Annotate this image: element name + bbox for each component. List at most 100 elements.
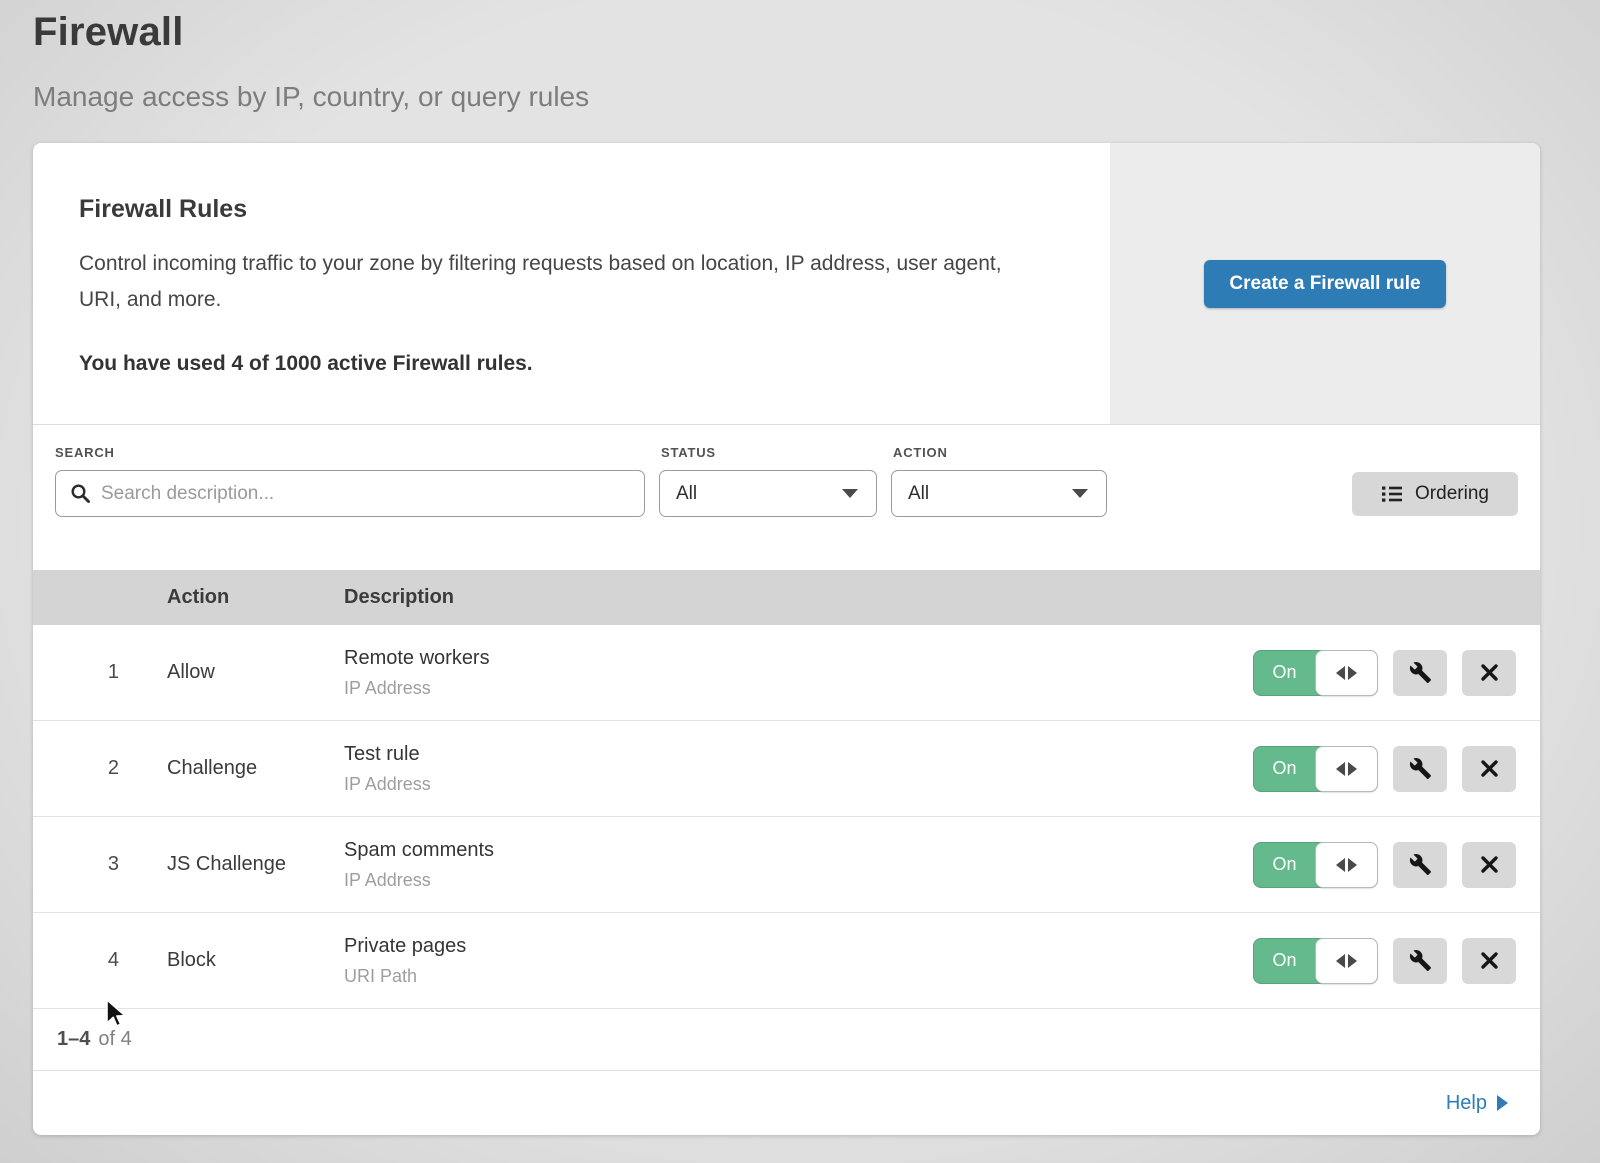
arrow-right-icon xyxy=(1348,858,1357,872)
card-top-section: Firewall Rules Control incoming traffic … xyxy=(33,143,1540,425)
rule-action: JS Challenge xyxy=(167,853,344,876)
rule-description: Private pages xyxy=(344,935,1250,958)
chevron-down-icon xyxy=(842,489,858,498)
toggle-on-label: On xyxy=(1253,746,1316,792)
ordering-button[interactable]: Ordering xyxy=(1352,472,1518,516)
edit-rule-button[interactable] xyxy=(1393,746,1447,792)
close-icon xyxy=(1479,854,1500,875)
rule-controls: On xyxy=(1250,650,1540,696)
rule-priority: 4 xyxy=(33,949,167,972)
rule-priority: 2 xyxy=(33,757,167,780)
table-row: 1 Allow Remote workers IP Address On xyxy=(33,625,1540,721)
delete-rule-button[interactable] xyxy=(1462,650,1516,696)
rule-priority: 3 xyxy=(33,853,167,876)
table-row: 4 Block Private pages URI Path On xyxy=(33,913,1540,1009)
rule-enabled-toggle[interactable]: On xyxy=(1253,746,1378,792)
edit-rule-button[interactable] xyxy=(1393,650,1447,696)
rule-match-type: IP Address xyxy=(344,678,1250,699)
delete-rule-button[interactable] xyxy=(1462,746,1516,792)
wrench-icon xyxy=(1409,661,1432,684)
create-rule-panel: Create a Firewall rule xyxy=(1110,143,1540,424)
rule-description: Remote workers xyxy=(344,647,1250,670)
status-label: STATUS xyxy=(661,445,877,460)
arrow-left-icon xyxy=(1336,858,1345,872)
rule-match-type: IP Address xyxy=(344,870,1250,891)
rule-description-cell: Test rule IP Address xyxy=(344,743,1250,795)
delete-rule-button[interactable] xyxy=(1462,842,1516,888)
toggle-on-label: On xyxy=(1253,842,1316,888)
pagination-total: of 4 xyxy=(98,1028,131,1051)
toggle-knob[interactable] xyxy=(1315,746,1378,792)
rule-description-cell: Remote workers IP Address xyxy=(344,647,1250,699)
toggle-on-label: On xyxy=(1253,650,1316,696)
help-link-label: Help xyxy=(1446,1092,1487,1115)
rule-enabled-toggle[interactable]: On xyxy=(1253,650,1378,696)
rule-controls: On xyxy=(1250,938,1540,984)
status-select[interactable]: All xyxy=(659,470,877,517)
close-icon xyxy=(1479,662,1500,683)
help-link[interactable]: Help xyxy=(1446,1092,1508,1115)
column-header-description: Description xyxy=(344,586,1250,609)
rule-description-cell: Private pages URI Path xyxy=(344,935,1250,987)
ordering-button-label: Ordering xyxy=(1415,483,1489,505)
rule-description-cell: Spam comments IP Address xyxy=(344,839,1250,891)
card-footer: Help xyxy=(33,1071,1540,1135)
arrow-right-icon xyxy=(1497,1095,1508,1111)
toggle-knob[interactable] xyxy=(1315,650,1378,696)
action-select-value: All xyxy=(908,483,929,505)
create-firewall-rule-button[interactable]: Create a Firewall rule xyxy=(1204,260,1445,308)
arrow-left-icon xyxy=(1336,954,1345,968)
action-filter-group: ACTION All xyxy=(877,445,1107,517)
close-icon xyxy=(1479,758,1500,779)
page-subtitle: Manage access by IP, country, or query r… xyxy=(33,81,1600,113)
wrench-icon xyxy=(1409,853,1432,876)
action-select[interactable]: All xyxy=(891,470,1107,517)
search-label: SEARCH xyxy=(55,445,645,460)
rule-priority: 1 xyxy=(33,661,167,684)
edit-rule-button[interactable] xyxy=(1393,842,1447,888)
arrow-left-icon xyxy=(1336,762,1345,776)
rule-action: Block xyxy=(167,949,344,972)
page-title: Firewall xyxy=(33,10,1600,55)
close-icon xyxy=(1479,950,1500,971)
status-filter-group: STATUS All xyxy=(645,445,877,517)
edit-rule-button[interactable] xyxy=(1393,938,1447,984)
rule-enabled-toggle[interactable]: On xyxy=(1253,842,1378,888)
card-intro: Firewall Rules Control incoming traffic … xyxy=(33,143,1110,424)
rule-description: Test rule xyxy=(344,743,1250,766)
rule-match-type: IP Address xyxy=(344,774,1250,795)
column-header-action: Action xyxy=(167,586,344,609)
wrench-icon xyxy=(1409,757,1432,780)
arrow-right-icon xyxy=(1348,666,1357,680)
arrow-left-icon xyxy=(1336,666,1345,680)
toggle-on-label: On xyxy=(1253,938,1316,984)
rule-enabled-toggle[interactable]: On xyxy=(1253,938,1378,984)
rules-usage-text: You have used 4 of 1000 active Firewall … xyxy=(79,352,1050,376)
pagination-range: 1–4 xyxy=(57,1028,90,1051)
table-header: Action Description xyxy=(33,570,1540,625)
status-select-value: All xyxy=(676,483,697,505)
rule-match-type: URI Path xyxy=(344,966,1250,987)
arrow-right-icon xyxy=(1348,762,1357,776)
table-row: 2 Challenge Test rule IP Address On xyxy=(33,721,1540,817)
toggle-knob[interactable] xyxy=(1315,938,1378,984)
delete-rule-button[interactable] xyxy=(1462,938,1516,984)
rule-action: Allow xyxy=(167,661,344,684)
wrench-icon xyxy=(1409,949,1432,972)
table-row: 3 JS Challenge Spam comments IP Address … xyxy=(33,817,1540,913)
action-label: ACTION xyxy=(893,445,1107,460)
search-box[interactable] xyxy=(55,470,645,517)
search-filter-group: SEARCH xyxy=(55,445,645,517)
search-icon xyxy=(70,483,91,504)
rule-action: Challenge xyxy=(167,757,344,780)
firewall-rules-card: Firewall Rules Control incoming traffic … xyxy=(33,143,1540,1135)
search-input[interactable] xyxy=(101,483,630,505)
rule-controls: On xyxy=(1250,746,1540,792)
page-header: Firewall Manage access by IP, country, o… xyxy=(0,0,1600,113)
rule-description: Spam comments xyxy=(344,839,1250,862)
filters-bar: SEARCH STATUS All ACTION All xyxy=(33,425,1540,570)
rule-controls: On xyxy=(1250,842,1540,888)
toggle-knob[interactable] xyxy=(1315,842,1378,888)
arrow-right-icon xyxy=(1348,954,1357,968)
card-description: Control incoming traffic to your zone by… xyxy=(79,246,1029,318)
